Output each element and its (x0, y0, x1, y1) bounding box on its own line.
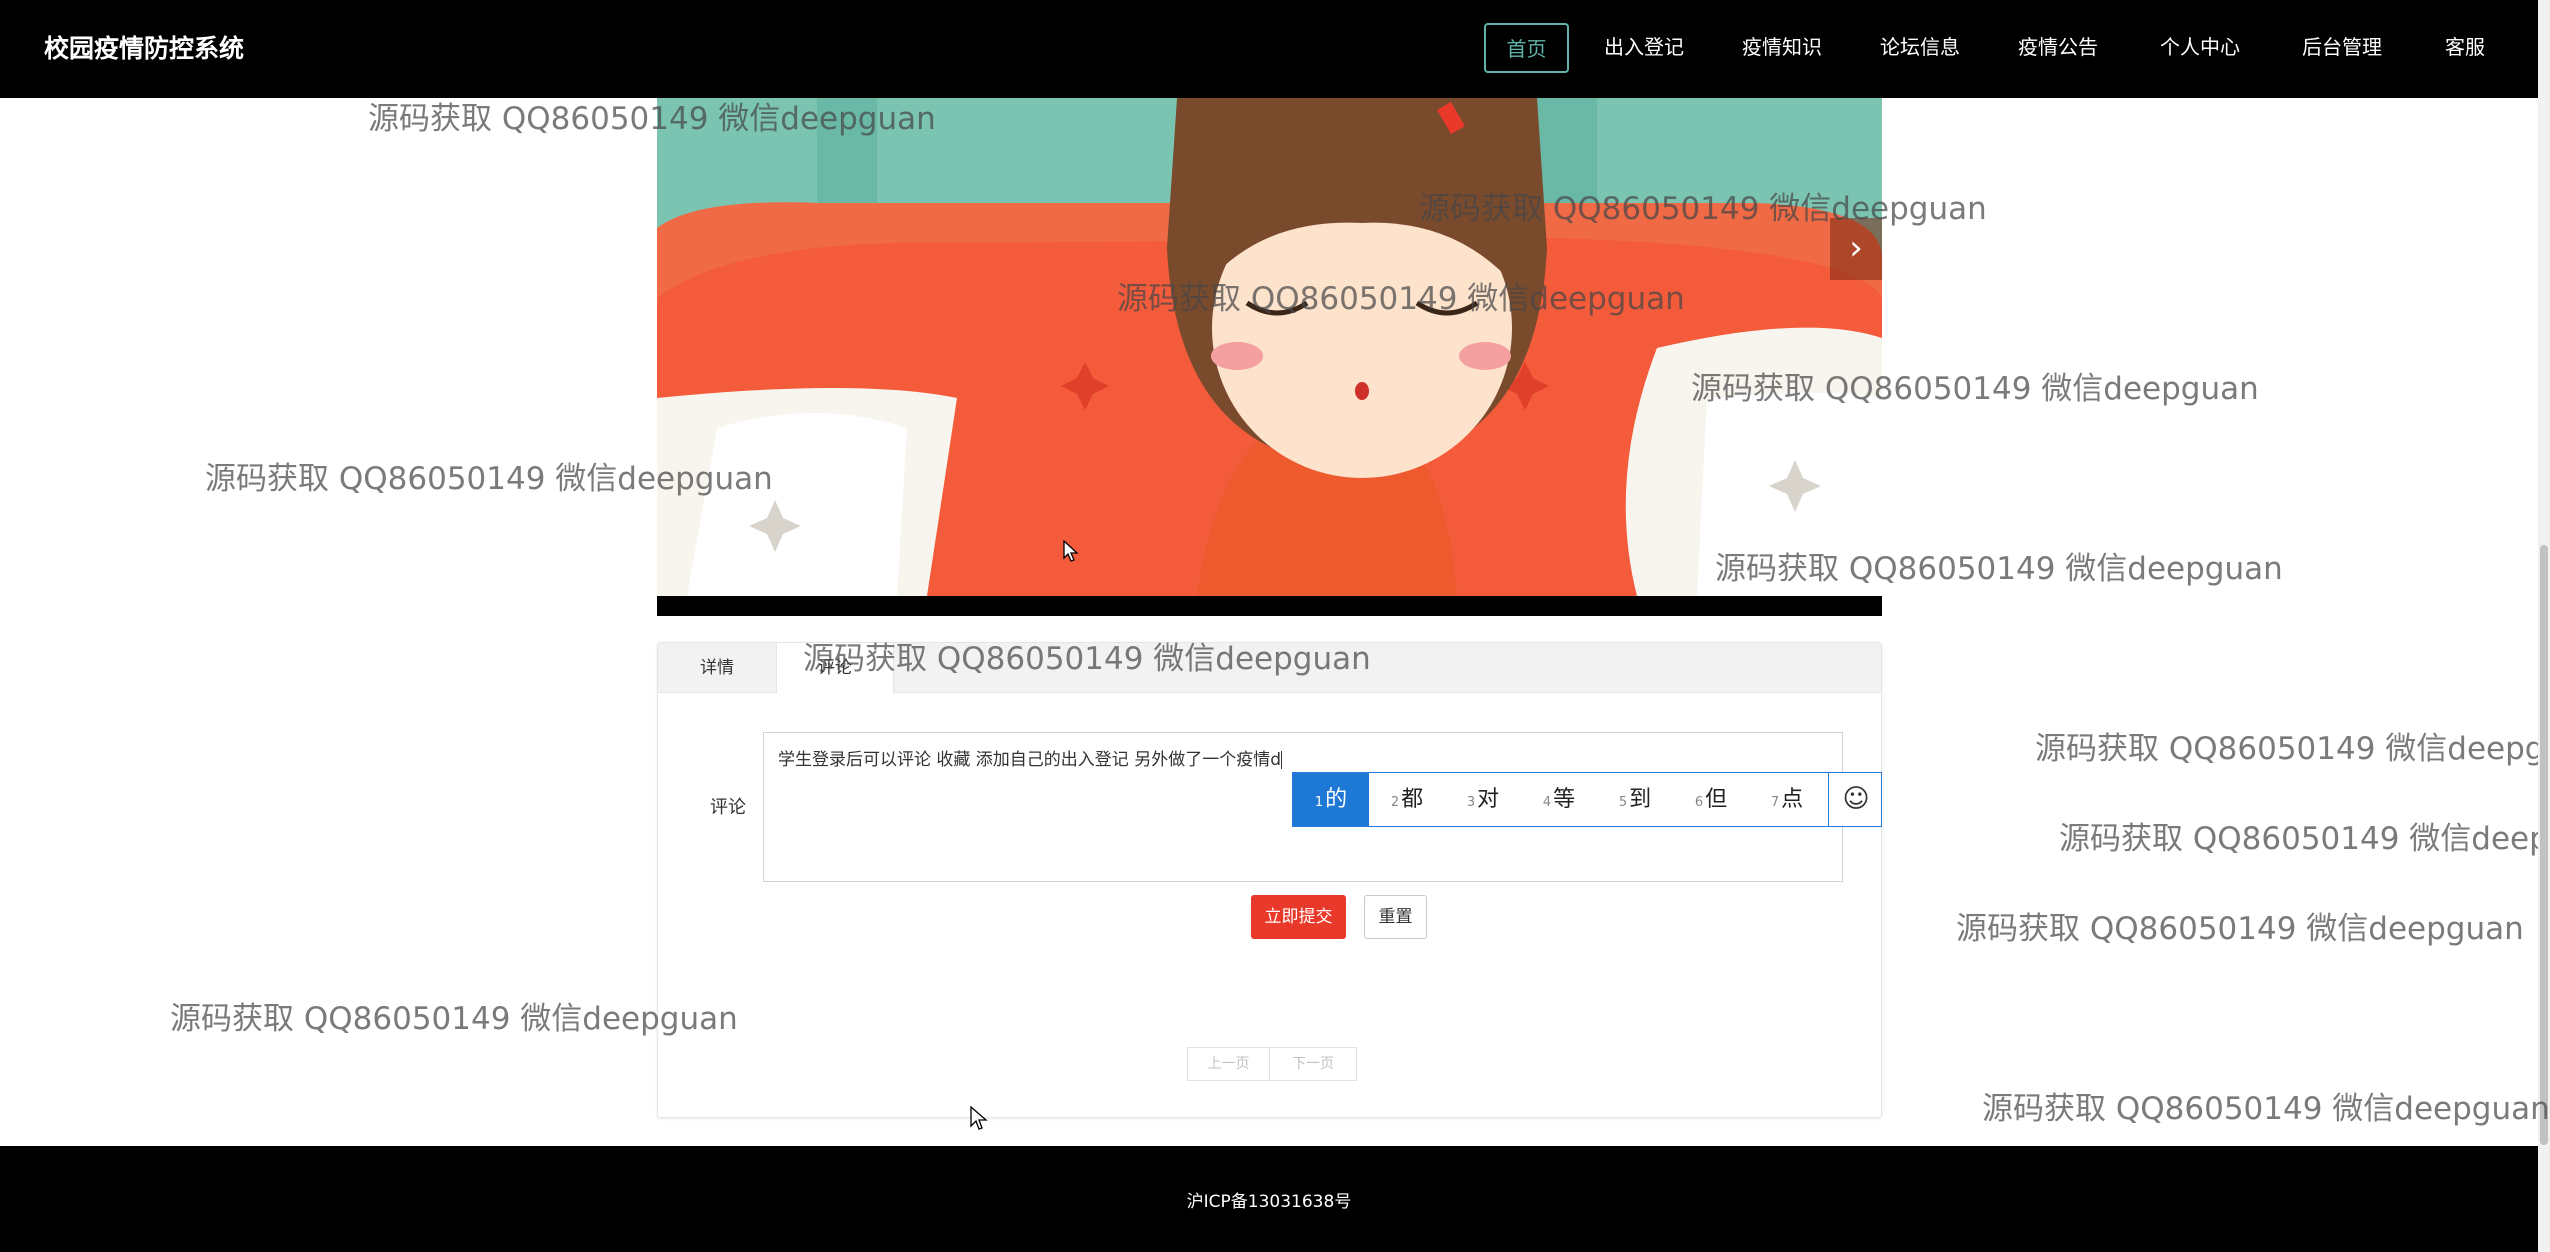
nav-epidemic-knowledge[interactable]: 疫情知识 (1736, 23, 1828, 73)
ime-candidate-bar: 1的 2都 3对 4等 5到 6但 7点 ☺ (1292, 772, 1882, 827)
ime-candidate[interactable]: 6但 (1673, 773, 1749, 826)
watermark: 源码获取 QQ86050149 微信deepguan (2035, 731, 2538, 767)
nav-forum[interactable]: 论坛信息 (1874, 23, 1966, 73)
mouse-cursor-icon (970, 1106, 988, 1130)
comment-text: 学生登录后可以评论 收藏 添加自己的出入登记 另外做了一个疫情d (778, 750, 1282, 770)
next-page-button[interactable]: 下一页 (1270, 1047, 1357, 1081)
ime-candidate[interactable]: 3对 (1445, 773, 1521, 826)
ime-candidate[interactable]: 5到 (1597, 773, 1673, 826)
cartoon-girl-image (657, 98, 1882, 616)
nav-admin[interactable]: 后台管理 (2296, 23, 2388, 73)
nav-entry-exit-registration[interactable]: 出入登记 (1598, 23, 1690, 73)
prev-page-button[interactable]: 上一页 (1187, 1047, 1270, 1081)
ime-candidate[interactable]: 7点 (1749, 773, 1825, 826)
scrollbar-thumb[interactable] (2540, 545, 2548, 1145)
top-navbar: 校园疫情防控系统 首页 出入登记 疫情知识 论坛信息 疫情公告 个人中心 后台管… (0, 0, 2538, 98)
site-title[interactable]: 校园疫情防控系统 (44, 0, 244, 98)
content-panel: 详情 评论 评论 学生登录后可以评论 收藏 添加自己的出入登记 另外做了一个疫情… (657, 642, 1882, 1118)
icp-record[interactable]: 沪ICP备13031638号 (0, 1146, 2538, 1252)
video-letterbox (657, 596, 1882, 616)
nav-customer-service[interactable]: 客服 (2440, 23, 2490, 73)
text-caret (1281, 751, 1283, 769)
ime-candidate[interactable]: 1的 (1293, 773, 1369, 826)
video-player[interactable]: › (657, 98, 1882, 616)
submit-button[interactable]: 立即提交 (1251, 895, 1346, 939)
comment-label: 评论 (710, 797, 746, 818)
tab-bar: 详情 评论 (658, 643, 1881, 694)
nav-home[interactable]: 首页 (1484, 23, 1569, 73)
watermark: 源码获取 QQ86050149 微信deepguan (1956, 911, 2524, 947)
ime-candidate[interactable]: 4等 (1521, 773, 1597, 826)
tab-details[interactable]: 详情 (658, 643, 776, 693)
footer: 沪ICP备13031638号 (0, 1146, 2538, 1252)
mouse-cursor-icon (1063, 540, 1079, 562)
nav-personal-center[interactable]: 个人中心 (2154, 23, 2246, 73)
ime-candidate[interactable]: 2都 (1369, 773, 1445, 826)
reset-button[interactable]: 重置 (1364, 895, 1427, 939)
watermark: 源码获取 QQ86050149 微信deepguan (2059, 821, 2538, 857)
watermark: 源码获取 QQ86050149 微信deepguan (1982, 1091, 2550, 1127)
smiley-icon[interactable]: ☺ (1828, 773, 1883, 826)
watermark: 源码获取 QQ86050149 微信deepguan (170, 1001, 738, 1037)
tab-comments[interactable]: 评论 (776, 643, 894, 694)
nav-announcements[interactable]: 疫情公告 (2012, 23, 2104, 73)
page-scrollbar[interactable] (2538, 0, 2550, 1252)
chevron-right-icon[interactable]: › (1830, 218, 1882, 280)
